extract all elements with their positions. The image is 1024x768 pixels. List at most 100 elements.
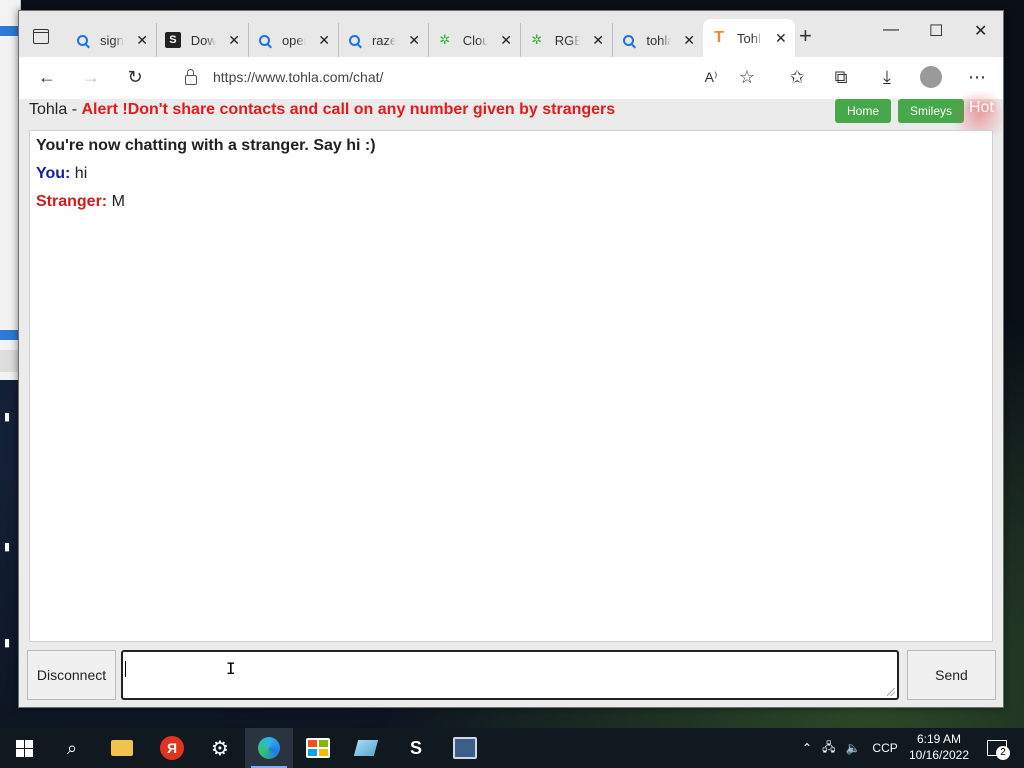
message-input[interactable]: I (121, 650, 899, 700)
windows-logo-icon (15, 739, 33, 757)
taskbar-settings[interactable]: ⚙ (196, 728, 244, 768)
store-icon (306, 738, 330, 758)
tab-razer[interactable]: razer ✕ (339, 23, 429, 57)
notification-count: 2 (996, 746, 1010, 760)
tab-strip: sign ✕ S Dow ✕ oper ✕ razer ✕ ✲ Clou ✕ (19, 11, 1003, 57)
page-content: Tohla - Alert !Don't share contacts and … (19, 91, 1009, 707)
add-favorite-button[interactable]: ☆ (735, 65, 759, 89)
maximize-button[interactable]: ☐ (929, 21, 943, 41)
network-icon[interactable]: 🖧 (822, 738, 835, 759)
clock-time: 6:19 AM (916, 732, 962, 746)
search-icon (621, 32, 636, 48)
close-icon[interactable]: ✕ (683, 32, 695, 49)
arrow-left-icon: ← (38, 66, 56, 87)
read-aloud-button[interactable]: A⁾ (699, 65, 723, 89)
tab-download[interactable]: S Dow ✕ (157, 23, 249, 57)
clock[interactable]: 6:19 AM 10/16/2022 (906, 731, 972, 763)
tab-title: RGB (554, 32, 581, 48)
download-icon: ⤓ (883, 66, 891, 87)
tab-title: sign (99, 32, 124, 48)
system-tray: ⌃ 🖧 🔈 CCP (802, 728, 898, 768)
tohla-icon: T (714, 29, 724, 46)
taskbar-app[interactable] (342, 728, 390, 768)
tab-tohla-search[interactable]: tohla ✕ (613, 23, 703, 57)
safety-alert: Alert !Don't share contacts and call on … (81, 101, 616, 118)
background-window-accent (0, 26, 20, 36)
taskbar-utility[interactable] (441, 728, 489, 768)
tab-sign[interactable]: sign ✕ (67, 23, 157, 57)
edge-icon (258, 737, 280, 759)
clock-date: 10/16/2022 (908, 748, 970, 762)
collections-icon: ⧉ (834, 66, 848, 87)
start-button[interactable] (0, 728, 48, 768)
url-text: https://www.tohla.com/chat/ (213, 69, 384, 85)
close-icon[interactable]: ✕ (136, 32, 148, 49)
taskbar-signalrgb[interactable]: S (392, 728, 440, 768)
search-button[interactable]: ⌕ (48, 728, 96, 768)
background-window-bar (0, 350, 20, 372)
show-hidden-icons-icon[interactable]: ⌃ (802, 741, 812, 755)
favorites-button[interactable]: ✩ (785, 65, 809, 89)
disconnect-button[interactable]: Disconnect (27, 650, 116, 700)
chat-controls: Disconnect I Send (19, 650, 1003, 707)
folder-icon (111, 740, 133, 756)
collections-button[interactable]: ⧉ (829, 65, 853, 89)
close-icon[interactable]: ✕ (318, 32, 330, 49)
taskbar-edge[interactable] (245, 728, 293, 768)
send-button[interactable]: Send (907, 650, 996, 700)
language-indicator[interactable]: CCP (872, 741, 897, 755)
taskbar-store[interactable] (294, 728, 342, 768)
close-icon[interactable]: ✕ (228, 32, 240, 49)
tab-cloud[interactable]: ✲ Clou ✕ (429, 23, 521, 57)
close-window-button[interactable]: ✕ (974, 21, 987, 41)
search-icon: ⌕ (66, 737, 78, 758)
read-aloud-icon: A⁾ (704, 68, 718, 85)
close-icon[interactable]: ✕ (408, 32, 420, 49)
browser-window: sign ✕ S Dow ✕ oper ✕ razer ✕ ✲ Clou ✕ (18, 10, 1009, 708)
taskbar: ⌕ Я ⚙ S ⌃ 🖧 🔈 CCP 6:19 AM 10/16/2022 2 (0, 728, 1024, 768)
volume-icon[interactable]: 🔈 (845, 741, 860, 755)
close-icon[interactable]: ✕ (775, 30, 787, 47)
tab-tohla-active[interactable]: T Tohl ✕ (703, 19, 795, 57)
utility-icon (453, 737, 477, 759)
notification-center[interactable]: 2 (982, 728, 1012, 768)
forward-button[interactable]: → (79, 65, 103, 89)
razer-icon: ✲ (531, 32, 543, 47)
downloads-button[interactable]: ⤓ (875, 65, 899, 89)
tab-title: tohla (646, 32, 672, 48)
star-add-icon: ☆ (738, 66, 756, 87)
resize-handle-icon[interactable] (887, 688, 895, 696)
taskbar-yandex[interactable]: Я (148, 728, 196, 768)
desktop-shortcut[interactable]: ▮ (4, 636, 18, 649)
app-icon (353, 740, 379, 756)
tab-open[interactable]: oper ✕ (249, 23, 339, 57)
message-text: hi (70, 165, 88, 182)
search-icon (347, 32, 362, 48)
tab-list: sign ✕ S Dow ✕ oper ✕ razer ✕ ✲ Clou ✕ (67, 19, 795, 57)
back-button[interactable]: ← (35, 65, 59, 89)
tab-title: Dow (190, 32, 217, 48)
system-message: You're now chatting with a stranger. Say… (36, 137, 376, 154)
tab-title: Tohl (737, 30, 761, 46)
hot-link[interactable]: Hot (969, 99, 994, 117)
arrow-right-icon: → (82, 66, 100, 87)
refresh-button[interactable]: ↻ (123, 65, 147, 89)
tab-actions-button[interactable] (27, 23, 55, 49)
home-button[interactable]: Home (835, 99, 892, 123)
chat-log: You're now chatting with a stranger. Say… (29, 130, 993, 642)
desktop-shortcut[interactable]: ▮ (4, 410, 18, 423)
more-menu-button[interactable]: ⋯ (965, 65, 989, 89)
taskbar-file-explorer[interactable] (98, 728, 146, 768)
close-icon[interactable]: ✕ (500, 32, 512, 49)
tab-rgb[interactable]: ✲ RGB ✕ (521, 23, 613, 57)
desktop-shortcut[interactable]: ▮ (4, 540, 18, 553)
address-bar[interactable]: https://www.tohla.com/chat/ (169, 62, 789, 92)
profile-avatar[interactable] (920, 66, 942, 88)
site-name: Tohla - (29, 101, 82, 118)
close-icon[interactable]: ✕ (592, 32, 604, 49)
ibeam-cursor-icon: I (226, 659, 236, 678)
page-header: Tohla - Alert !Don't share contacts and … (29, 99, 615, 123)
you-label: You: (36, 165, 71, 182)
new-tab-button[interactable]: + (799, 25, 812, 47)
minimize-button[interactable]: — (883, 21, 899, 39)
